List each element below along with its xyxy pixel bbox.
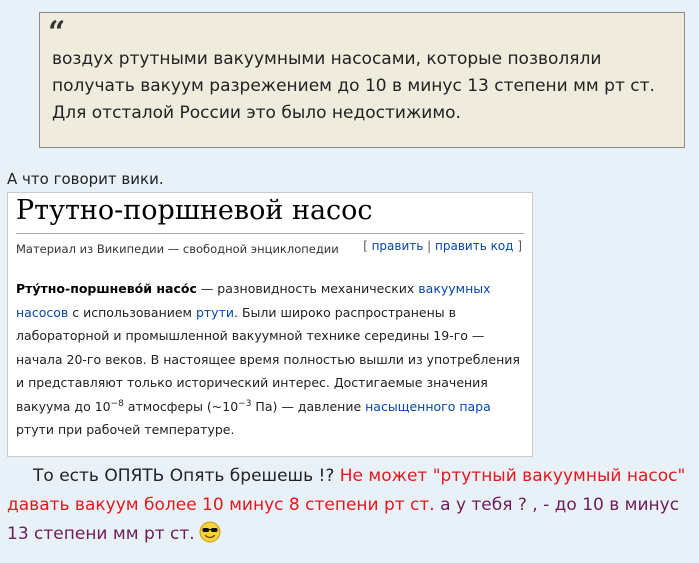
exponent: −8 [110,398,124,409]
link-mercury[interactable]: ртути [196,305,234,320]
wiki-article-text: Рту́тно-поршнево́й насо́с — разновидност… [16,277,521,442]
edit-link[interactable]: править [372,239,424,253]
cool-smiley-icon [199,521,221,553]
wiki-text-fragment: атмосферы (~10 [123,398,239,414]
reply-text: То есть ОПЯТЬ Опять брешешь !? Не может … [7,462,695,553]
wiki-text-fragment: Па) — давление [251,398,366,414]
wiki-text-fragment: . Были широко распространены в лаборатор… [16,304,520,414]
edit-code-link[interactable]: править код [435,239,513,253]
link-saturated-vapor[interactable]: насыщенного пара [365,399,491,414]
edit-separator: | [427,239,432,253]
wiki-text-fragment: ртути при рабочей температуре. [16,422,235,437]
bracket-open: [ [363,239,368,253]
wiki-subtitle: Материал из Википедии — свободной энцикл… [16,242,339,256]
wiki-text-fragment: — разновидность механических [196,281,419,296]
wiki-title-divider [16,233,524,234]
quote-block: “ воздух ртутными вакуумными насосами, к… [39,12,685,148]
wiki-edit-links: [ править | править код ] [363,239,522,253]
quote-text: воздух ртутными вакуумными насосами, кот… [52,49,655,123]
wiki-term: Рту́тно-поршнево́й насо́с [16,281,197,296]
wiki-screenshot: Ртутно-поршневой насос Материал из Викип… [7,192,533,457]
exponent: −3 [238,398,252,409]
wiki-title: Ртутно-поршневой насос [16,195,373,226]
lead-text: А что говорит вики. [7,170,164,188]
wiki-text-fragment: с использованием [68,304,196,320]
quote-mark-icon: “ [48,15,66,50]
bracket-close: ] [517,239,522,253]
reply-part-plain: То есть ОПЯТЬ Опять брешешь !? [33,466,340,486]
